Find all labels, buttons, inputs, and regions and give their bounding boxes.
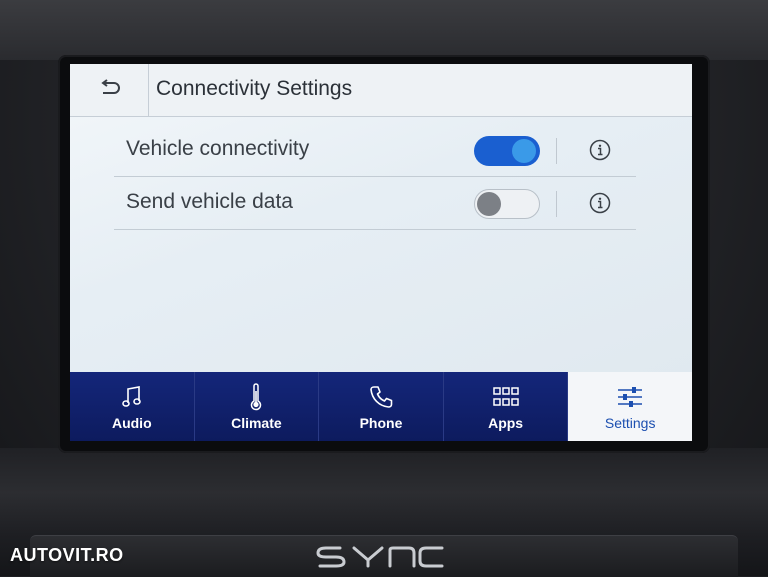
sync-logo — [316, 546, 444, 568]
nav-settings[interactable]: Settings — [568, 372, 692, 441]
thermometer-icon — [249, 382, 263, 411]
infotainment-screen: Connectivity Settings Vehicle connectivi… — [70, 64, 692, 441]
nav-phone[interactable]: Phone — [319, 372, 444, 441]
send-vehicle-data-toggle[interactable] — [474, 189, 540, 219]
back-button[interactable] — [70, 64, 149, 116]
setting-label: Send vehicle data — [126, 190, 293, 213]
music-note-icon — [121, 383, 143, 411]
nav-climate[interactable]: Climate — [194, 372, 320, 441]
nav-apps[interactable]: Apps — [443, 372, 569, 441]
nav-label: Settings — [604, 414, 656, 431]
back-arrow-icon — [97, 78, 121, 102]
info-icon[interactable] — [589, 139, 611, 161]
vehicle-connectivity-toggle[interactable] — [474, 136, 540, 166]
bottom-nav-bar: Audio Climate Phone Apps Settings — [70, 372, 692, 441]
divider — [556, 138, 557, 164]
nav-label: Phone — [359, 414, 403, 431]
nav-label: Audio — [111, 414, 152, 431]
setting-row-send-vehicle-data: Send vehicle data — [114, 177, 636, 230]
info-icon[interactable] — [589, 192, 611, 214]
header-bar: Connectivity Settings — [70, 64, 692, 117]
nav-audio[interactable]: Audio — [70, 372, 195, 441]
watermark: AUTOVIT.RO — [10, 545, 124, 565]
sliders-icon — [616, 383, 644, 411]
divider — [556, 191, 557, 217]
toggle-knob — [477, 192, 501, 216]
setting-label: Vehicle connectivity — [126, 137, 310, 160]
setting-row-vehicle-connectivity: Vehicle connectivity — [114, 124, 636, 177]
page-title: Connectivity Settings — [156, 77, 353, 100]
toggle-knob — [512, 139, 536, 163]
dashboard-bezel-top — [0, 0, 768, 60]
nav-label: Climate — [231, 414, 282, 431]
phone-icon — [368, 383, 394, 411]
apps-grid-icon — [492, 383, 519, 411]
nav-label: Apps — [488, 414, 524, 431]
